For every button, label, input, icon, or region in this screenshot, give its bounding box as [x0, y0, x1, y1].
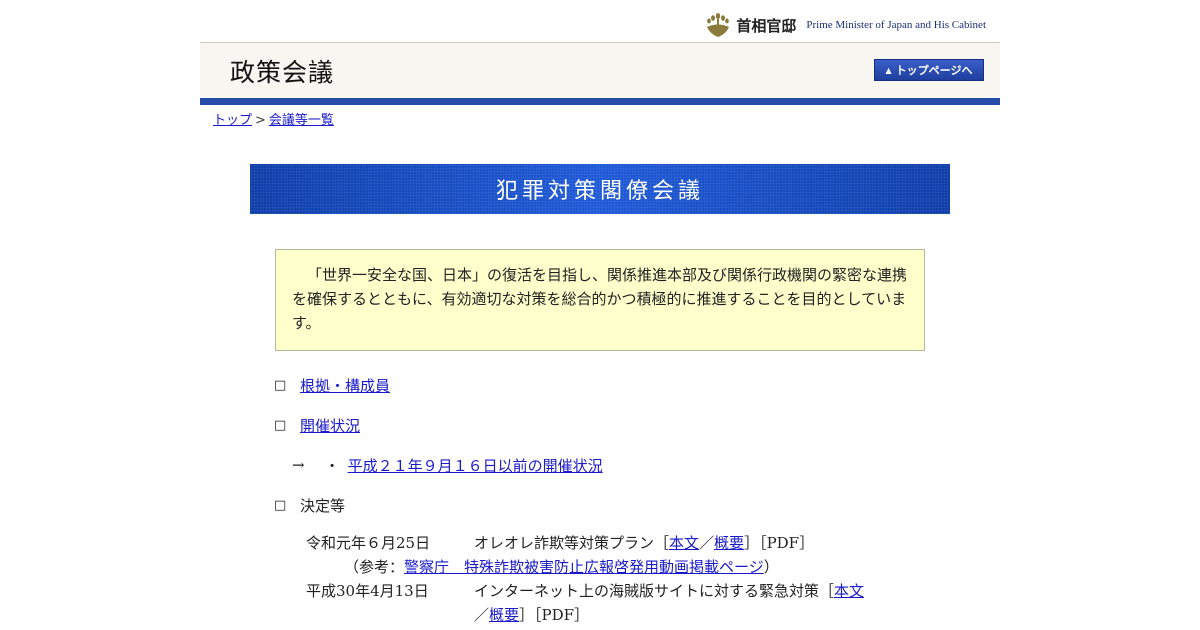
decision-date: 令和元年６月25日	[306, 534, 431, 552]
top-page-button[interactable]: ▲ トップページへ	[874, 59, 984, 81]
square-bullet-icon: □	[274, 417, 287, 433]
pdf-label: ］［PDF］	[519, 606, 590, 624]
link-separator: ／	[474, 606, 490, 624]
basis-members-link[interactable]: 根拠・構成員	[300, 375, 390, 396]
breadcrumb-separator: >	[255, 113, 266, 128]
decision-title: インターネット上の海賊版サイトに対する緊急対策［	[474, 582, 835, 600]
decision-fulltext-link[interactable]: 本文	[834, 582, 864, 600]
brand-name-en: Prime Minister of Japan and His Cabinet	[806, 19, 986, 31]
decision-row: 令和元年６月25日 オレオレ詐欺等対策プラン［本文／概要］［PDF］	[306, 531, 1000, 555]
decision-body: オレオレ詐欺等対策プラン［本文／概要］［PDF］	[474, 531, 894, 555]
menu-item-status: □ 開催状況	[274, 405, 1000, 445]
decision-body: インターネット上の海賊版サイトに対する緊急対策［本文 ／概要］［PDF］	[474, 579, 894, 627]
triangle-up-icon: ▲	[885, 65, 892, 75]
link-separator: ／	[699, 534, 715, 552]
breadcrumb-top-link[interactable]: トップ	[213, 113, 252, 128]
decision-title: オレオレ詐欺等対策プラン［	[474, 534, 670, 552]
police-video-page-link[interactable]: 警察庁 特殊詐欺被害防止広報啓発用動画掲載ページ	[404, 558, 764, 576]
square-bullet-icon: □	[274, 497, 287, 513]
meeting-status-link[interactable]: 開催状況	[300, 415, 360, 436]
breadcrumb-meetings-link[interactable]: 会議等一覧	[269, 113, 334, 128]
paulownia-emblem-icon	[707, 13, 730, 37]
decision-summary-link[interactable]: 概要	[489, 606, 519, 624]
pdf-label: ］［PDF］	[744, 534, 815, 552]
brand-name-ja: 首相官邸	[736, 16, 797, 35]
site-brand[interactable]: 首相官邸 Prime Minister of Japan and His Cab…	[704, 12, 986, 38]
site-top-strip: 首相官邸 Prime Minister of Japan and His Cab…	[200, 0, 1000, 42]
menu-item-past-status: → ・ 平成２１年９月１６日以前の開催状況	[274, 445, 1000, 485]
intro-text: 「世界一安全な国、日本」の復活を目指し、関係推進本部及び関係行政機関の緊密な連携…	[292, 266, 908, 332]
header-divider	[200, 98, 1000, 105]
menu-item-decisions: □ 決定等	[274, 485, 1000, 525]
reference-close: ）	[763, 558, 779, 576]
page-title-banner: 犯罪対策閣僚会議	[250, 164, 950, 214]
top-page-button-label: トップページへ	[895, 64, 973, 77]
middle-dot: ・	[324, 456, 340, 475]
menu-item-basis: □ 根拠・構成員	[274, 365, 1000, 405]
decisions-list: 令和元年６月25日 オレオレ詐欺等対策プラン［本文／概要］［PDF］ （参考：警…	[306, 531, 1000, 627]
page: 首相官邸 Prime Minister of Japan and His Cab…	[200, 0, 1000, 627]
decision-fulltext-link[interactable]: 本文	[669, 534, 699, 552]
header-band: 政策会議 ▲ トップページへ	[200, 42, 1000, 98]
square-bullet-icon: □	[274, 377, 287, 393]
reference-open: （参考：	[344, 558, 405, 576]
decision-date: 平成30年4月13日	[306, 582, 429, 600]
decision-row: 平成30年4月13日 インターネット上の海賊版サイトに対する緊急対策［本文 ／概要…	[306, 579, 1000, 627]
past-status-link[interactable]: 平成２１年９月１６日以前の開催状況	[348, 455, 603, 476]
page-title: 犯罪対策閣僚会議	[495, 179, 704, 204]
intro-box: 「世界一安全な国、日本」の復活を目指し、関係推進本部及び関係行政機関の緊密な連携…	[275, 249, 925, 351]
right-arrow-icon: →	[292, 456, 305, 474]
page-header-title: 政策会議	[230, 58, 335, 87]
decision-summary-link[interactable]: 概要	[714, 534, 744, 552]
decisions-heading: 決定等	[300, 496, 346, 515]
breadcrumb: トップ > 会議等一覧	[200, 105, 1000, 128]
reference-row: （参考：警察庁 特殊詐欺被害防止広報啓発用動画掲載ページ）	[306, 555, 1000, 579]
section-menu: □ 根拠・構成員 □ 開催状況 → ・ 平成２１年９月１６日以前の開催状況 □ …	[274, 365, 1000, 525]
